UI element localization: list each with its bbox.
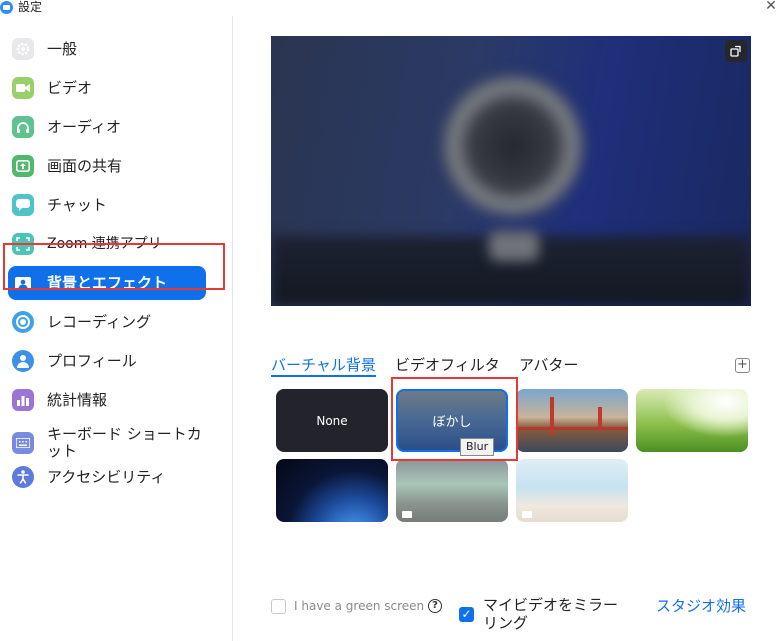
zoom-logo-icon xyxy=(0,1,13,14)
sidebar-item-video[interactable]: ビデオ xyxy=(8,71,206,105)
sidebar-item-accessibility[interactable]: アクセシビリティ xyxy=(8,460,206,494)
video-camera-icon xyxy=(522,511,532,518)
share-screen-icon xyxy=(12,155,34,177)
rotate-camera-button[interactable] xyxy=(725,40,747,62)
mirror-video-label: マイビデオをミラーリング xyxy=(483,596,619,632)
window-title: 設定 xyxy=(18,0,43,14)
headphones-icon xyxy=(12,116,34,138)
green-screen-label: I have a green screen xyxy=(294,599,425,613)
background-beach[interactable] xyxy=(516,459,628,522)
background-aurora[interactable] xyxy=(396,459,508,522)
plus-icon: + xyxy=(737,357,748,372)
sidebar-item-label: レコーディング xyxy=(47,312,151,331)
tab-video-filters[interactable]: ビデオフィルタ xyxy=(395,355,500,375)
chat-bubble-icon xyxy=(12,194,34,216)
gear-icon xyxy=(12,38,34,60)
rotate-icon xyxy=(730,45,741,57)
mirror-video-checkbox[interactable]: ✓ xyxy=(459,607,474,622)
sidebar-item-label: キーボード ショートカット xyxy=(47,425,202,460)
accessibility-icon xyxy=(12,466,34,488)
video-camera-icon xyxy=(402,511,412,518)
record-icon xyxy=(12,311,34,333)
sidebar-item-profile[interactable]: プロフィール xyxy=(8,344,206,378)
sidebar-item-keyboard-shortcuts[interactable]: キーボード ショートカット xyxy=(8,422,206,464)
check-icon: ✓ xyxy=(461,607,472,621)
highlight-frame-sidebar xyxy=(3,243,225,290)
sidebar-item-label: チャット xyxy=(47,195,107,214)
close-icon[interactable]: ✕ xyxy=(764,0,778,14)
sidebar-item-label: ビデオ xyxy=(47,78,93,97)
statistics-icon xyxy=(12,389,34,411)
sidebar-item-label: 一般 xyxy=(47,39,78,58)
sidebar-item-share-screen[interactable]: 画面の共有 xyxy=(8,149,206,183)
highlight-frame-blur xyxy=(391,377,518,461)
sidebar-item-chat[interactable]: チャット xyxy=(8,188,206,222)
tab-avatars[interactable]: アバター xyxy=(519,355,578,375)
sidebar-item-recording[interactable]: レコーディング xyxy=(8,305,206,339)
thumbnail-label: None xyxy=(316,413,348,428)
background-none[interactable]: None xyxy=(276,389,388,452)
video-camera-icon xyxy=(12,77,34,99)
sidebar-item-label: 画面の共有 xyxy=(47,156,123,175)
background-grass[interactable] xyxy=(636,389,748,452)
studio-effects-link[interactable]: スタジオ効果 xyxy=(656,597,746,615)
sidebar-item-label: アクセシビリティ xyxy=(47,467,166,486)
sidebar-item-statistics[interactable]: 統計情報 xyxy=(8,383,206,417)
video-preview xyxy=(271,36,751,306)
background-golden-gate-bridge[interactable] xyxy=(516,389,628,452)
settings-sidebar: 一般 ビデオ オーディオ 画面の共有 チャット Zoom 連携アプリ 背景とエフ… xyxy=(0,16,233,641)
keyboard-icon xyxy=(12,432,34,454)
blur-tooltip: Blur xyxy=(460,438,495,456)
tab-virtual-background[interactable]: バーチャル背景 xyxy=(271,355,376,377)
sidebar-item-label: プロフィール xyxy=(47,351,137,370)
help-icon[interactable]: ? xyxy=(428,599,442,613)
title-bar: 設定 ✕ xyxy=(0,0,784,16)
green-screen-checkbox[interactable] xyxy=(271,599,286,614)
profile-icon xyxy=(12,350,34,372)
sidebar-item-audio[interactable]: オーディオ xyxy=(8,110,206,144)
add-background-button[interactable]: + xyxy=(735,358,750,373)
sidebar-item-general[interactable]: 一般 xyxy=(8,32,206,66)
sidebar-item-label: 統計情報 xyxy=(47,390,108,409)
sidebar-item-label: オーディオ xyxy=(47,117,121,136)
background-earth-from-space[interactable] xyxy=(276,459,388,522)
